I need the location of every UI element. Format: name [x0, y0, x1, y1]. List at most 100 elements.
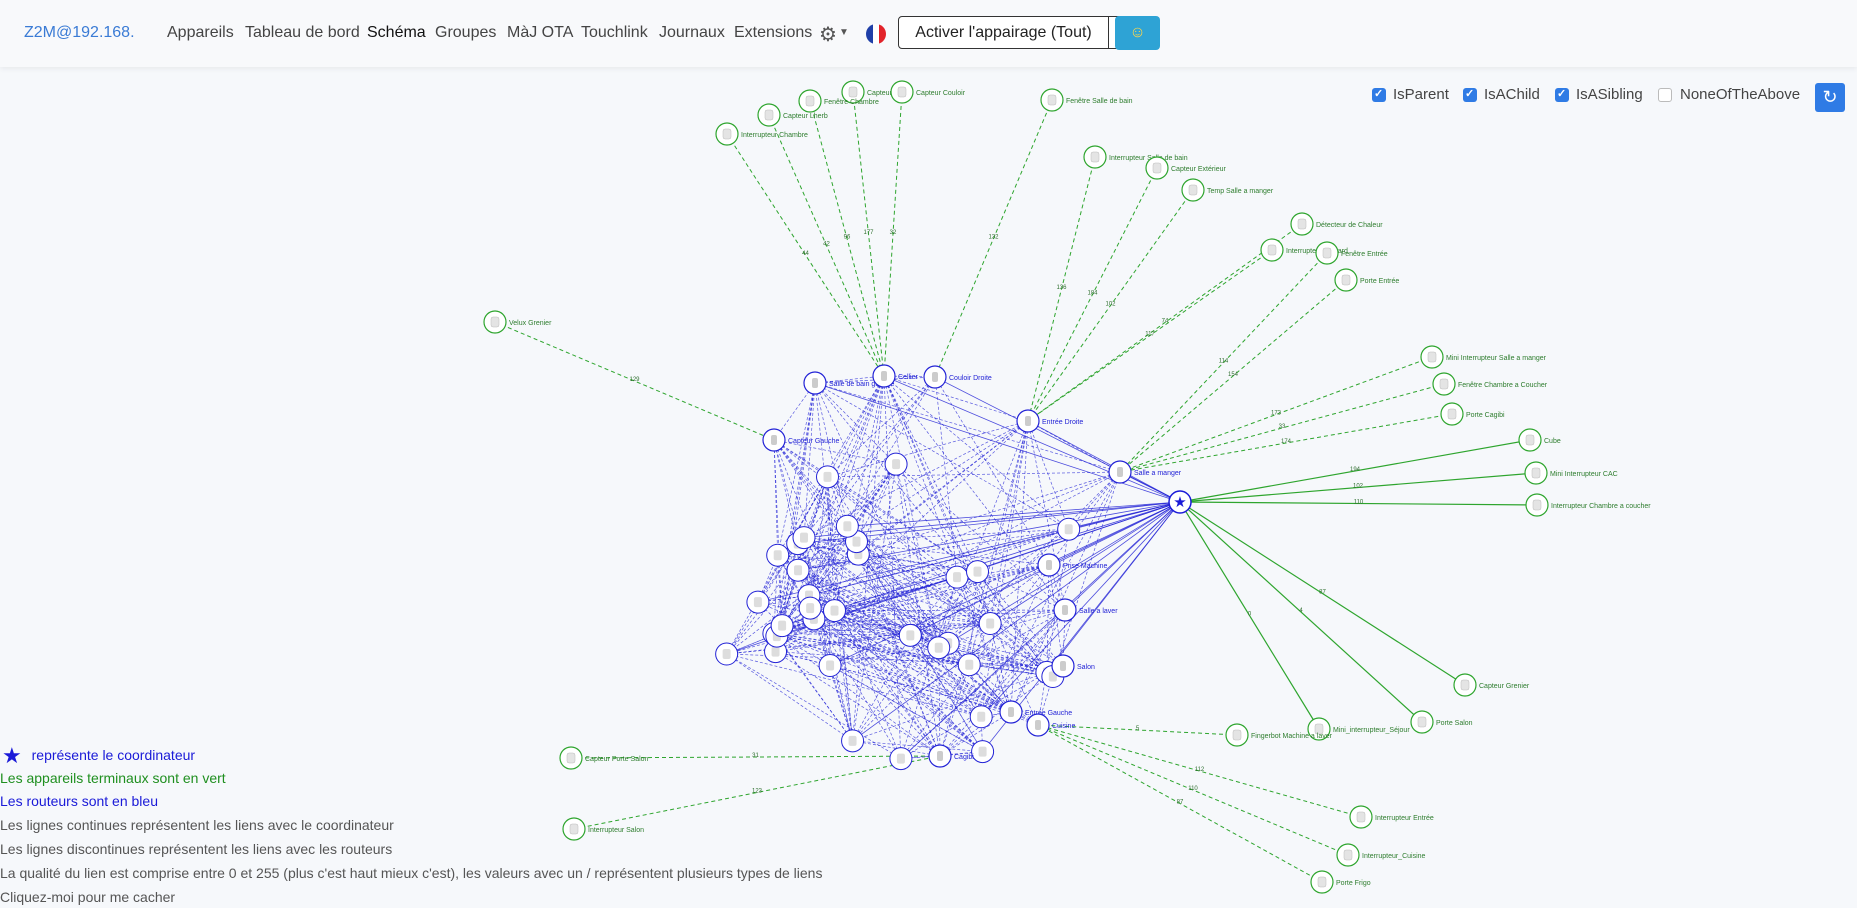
nav-touchlink[interactable]: Touchlink: [581, 24, 648, 42]
end-device-node[interactable]: Interrupteur Chambre: [715, 122, 808, 146]
router-node[interactable]: Prise Machine: [1037, 553, 1107, 577]
legend-coordinator: ★ représente le coordinateur: [2, 743, 195, 769]
router-link: [852, 740, 983, 752]
end-device-label: Interrupteur Chambre a coucher: [1551, 503, 1651, 510]
router-node[interactable]: Salle a laver: [1053, 598, 1118, 622]
end-device-node[interactable]: Interrupteur Chambre a coucher: [1525, 493, 1651, 517]
router-node[interactable]: [969, 705, 993, 729]
nav-appareils[interactable]: Appareils: [167, 24, 234, 42]
end-device-node[interactable]: Fenêtre Entrée: [1315, 241, 1388, 265]
end-device-node[interactable]: Détecteur de Chaleur: [1290, 212, 1383, 236]
nav-groupes[interactable]: Groupes: [435, 24, 496, 42]
end-device-label: Velux Grenier: [509, 320, 552, 327]
end-device-node[interactable]: Porte Frigo: [1310, 870, 1371, 894]
coordinator-node[interactable]: ★: [1168, 490, 1192, 514]
router-link: [829, 635, 911, 666]
end-device-node[interactable]: Capteur Porte Salon: [559, 746, 649, 770]
end-device-node[interactable]: Capteur Grenier: [1453, 673, 1530, 697]
router-node[interactable]: [978, 612, 1002, 636]
end-device-node[interactable]: Interrupteur Salon: [562, 817, 644, 841]
end-device-node[interactable]: Interrupteur Entrée: [1349, 805, 1434, 829]
legend-quality: La qualité du lien est comprise entre 0 …: [0, 865, 823, 881]
router-label: Cellier: [898, 374, 919, 381]
router-node[interactable]: [927, 636, 951, 660]
end-device-node[interactable]: Mini Interrupteur Salle a manger: [1420, 345, 1547, 369]
router-label: Couloir Droite: [949, 375, 992, 382]
end-device-node[interactable]: Porte Entrée: [1334, 268, 1399, 292]
router-label: Capteur Gauche: [788, 438, 839, 445]
link-quality-label: 33: [1279, 424, 1286, 430]
router-node[interactable]: [770, 614, 794, 638]
nav-tableau-de-bord[interactable]: Tableau de bord: [245, 24, 360, 42]
legend-hide-link[interactable]: Cliquez-moi pour me cacher: [0, 889, 175, 905]
router-node[interactable]: [889, 747, 913, 771]
router-node[interactable]: [798, 596, 822, 620]
nav-schema[interactable]: Schéma: [367, 24, 426, 42]
gear-icon[interactable]: ⚙: [819, 22, 837, 47]
end-device-label: Interrupteur Salon: [588, 827, 644, 834]
end-device-node[interactable]: Fenêtre Chambre a Coucher: [1432, 372, 1548, 396]
router-node[interactable]: [746, 590, 770, 614]
brand-link[interactable]: Z2M@192.168.: [24, 24, 135, 42]
router-node[interactable]: Salle a manger: [1108, 460, 1182, 484]
router-node[interactable]: [1057, 517, 1081, 541]
router-node[interactable]: [792, 526, 816, 550]
link-quality-label: 87: [1177, 800, 1184, 806]
end-device-label: Porte Cagibi: [1466, 412, 1505, 419]
router-node[interactable]: [766, 543, 790, 567]
router-node[interactable]: Entrée Droite: [1016, 409, 1083, 433]
end-device-label: Fingerbot Machine a laver: [1251, 733, 1333, 740]
end-device-node[interactable]: Fenêtre Salle de bain: [1040, 88, 1133, 112]
end-device-label: Capteur Porte Salon: [585, 756, 649, 763]
end-device-label: Capteur Grenier: [1479, 683, 1530, 690]
network-map[interactable]: 177 32 96 42 44 132 136 184 102 74 117 114 154 129 173…: [0, 67, 1857, 908]
end-device-node[interactable]: Velux Grenier: [483, 310, 552, 334]
end-device-label: Capteur Lherb: [783, 113, 828, 120]
router-link: [776, 635, 853, 742]
end-device-node[interactable]: Interrupteur Salle de bain: [1083, 145, 1188, 169]
permit-join-button[interactable]: Activer l'appairage (Tout): [898, 16, 1109, 49]
end-device-label: Porte Entrée: [1360, 278, 1399, 285]
router-node[interactable]: [884, 452, 908, 476]
end-device-label: Fenêtre Salle de bain: [1066, 98, 1133, 105]
end-device-node[interactable]: Capteur Couloir: [890, 80, 966, 104]
router-node[interactable]: [898, 623, 922, 647]
router-node[interactable]: Couloir Droite: [923, 365, 992, 389]
end-device-node[interactable]: Porte Salon: [1410, 710, 1473, 734]
end-device-node[interactable]: Cube: [1518, 428, 1561, 452]
link-quality-label: 123: [752, 789, 763, 795]
router-label: Entrée Droite: [1042, 419, 1083, 426]
smiley-icon[interactable]: ☺: [1115, 16, 1160, 50]
router-node[interactable]: [816, 465, 840, 489]
end-device-label: Capteur Couloir: [916, 90, 966, 97]
end-device-node[interactable]: Porte Cagibi: [1440, 402, 1505, 426]
router-node[interactable]: [957, 653, 981, 677]
end-device-node[interactable]: Interrupteur_Cuisine: [1336, 843, 1426, 867]
end-device-node[interactable]: Temp Salle a manger: [1181, 178, 1274, 202]
router-node[interactable]: Salon: [1051, 654, 1095, 678]
nav-journaux[interactable]: Journaux: [659, 24, 725, 42]
link-quality-label: 42: [823, 242, 830, 248]
router-node[interactable]: [945, 565, 969, 589]
link-quality-label: 177: [863, 230, 874, 236]
router-label: Cuisine: [1052, 723, 1075, 730]
router-node[interactable]: [971, 740, 995, 764]
router-node[interactable]: Cagibi: [928, 744, 974, 768]
end-device-label: Mini_interrupteur_Séjour: [1333, 727, 1410, 734]
router-node[interactable]: [715, 642, 739, 666]
end-device-node[interactable]: Mini Interrupteur CAC: [1524, 461, 1618, 485]
router-node[interactable]: [966, 560, 990, 584]
legend-coordinator-text: représente le coordinateur: [31, 747, 196, 763]
router-node[interactable]: [818, 654, 842, 678]
router-node[interactable]: [841, 729, 865, 753]
link-quality-label: 174: [1281, 439, 1292, 445]
chevron-down-icon[interactable]: ▼: [839, 27, 849, 38]
router-node[interactable]: [823, 599, 847, 623]
fr-flag-icon[interactable]: [866, 24, 886, 44]
link-quality-label: 129: [629, 377, 640, 383]
router-node[interactable]: [835, 514, 859, 538]
router-label: Salle a laver: [1079, 608, 1118, 615]
nav-maj-ota[interactable]: MàJ OTA: [507, 24, 573, 42]
nav-extensions[interactable]: Extensions: [734, 24, 812, 42]
router-node[interactable]: [786, 558, 810, 582]
